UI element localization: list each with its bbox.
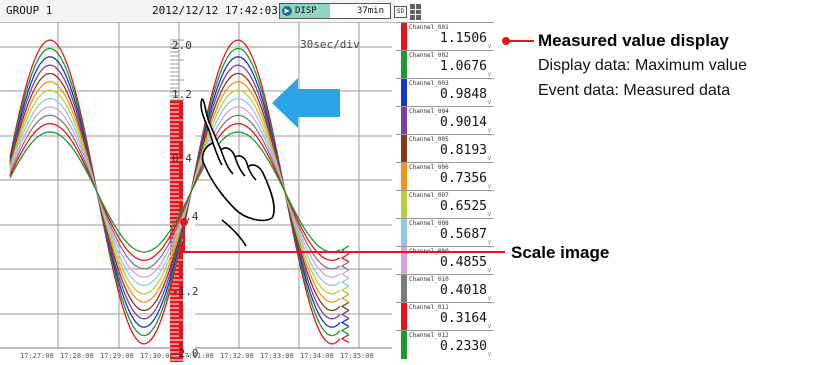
- channel-name: Channel_010: [409, 276, 449, 283]
- pen-marker: [340, 269, 350, 279]
- channel-name: Channel_005: [409, 136, 449, 143]
- pen-marker: [340, 293, 350, 303]
- channel-row[interactable]: Channel_009 0.4855 V: [396, 246, 494, 275]
- channel-row[interactable]: Channel_011 0.3164 V: [396, 302, 494, 331]
- channel-name: Channel_009: [409, 248, 449, 255]
- channel-value: 1.0676: [440, 59, 487, 74]
- channel-name: Channel_006: [409, 164, 449, 171]
- pen-marker: [340, 277, 350, 287]
- channel-color-bar: [401, 275, 407, 303]
- table-icon-cell: [410, 15, 415, 20]
- table-icon-cell: [410, 9, 415, 14]
- channel-color-bar: [401, 135, 407, 163]
- channel-value: 0.8193: [440, 143, 487, 158]
- channel-value: 0.2330: [440, 339, 487, 354]
- channel-value: 0.5687: [440, 227, 487, 242]
- channel-row[interactable]: Channel_005 0.8193 V: [396, 134, 494, 163]
- disp-minutes: 37min: [356, 6, 384, 16]
- channel-row[interactable]: Channel_001 1.1506 V: [396, 22, 494, 51]
- channel-row[interactable]: Channel_010 0.4018 V: [396, 274, 494, 303]
- channel-value: 0.3164: [440, 311, 487, 326]
- channel-row[interactable]: Channel_008 0.5687 V: [396, 218, 494, 247]
- channel-color-bar: [401, 331, 407, 359]
- channel-name: Channel_008: [409, 220, 449, 227]
- time-label: 17:32:00: [220, 352, 254, 360]
- table-icon-cell: [416, 9, 421, 14]
- status-header: GROUP 1 2012/12/12 17:42:03 ▶ DISP 37min: [0, 0, 395, 23]
- channel-value: 1.1506: [440, 31, 487, 46]
- group-name[interactable]: GROUP 1: [6, 4, 52, 17]
- scale-label: 1.2: [172, 88, 192, 101]
- channel-value: 0.7356: [440, 171, 487, 186]
- table-view-icon[interactable]: [410, 4, 422, 20]
- disp-arrow-icon: ▶: [282, 6, 292, 16]
- pen-marker: [340, 285, 350, 295]
- memory-status-indicator: ▶ DISP 37min: [279, 3, 391, 19]
- channel-value: 0.9848: [440, 87, 487, 102]
- channel-row[interactable]: Channel_002 1.0676 V: [396, 50, 494, 79]
- channel-name: Channel_007: [409, 192, 449, 199]
- channel-name: Channel_011: [409, 304, 449, 311]
- time-label: 17:27:00: [20, 352, 54, 360]
- scale-label: -1.2: [172, 285, 199, 298]
- pen-marker: [340, 253, 350, 263]
- channel-color-bar: [401, 107, 407, 135]
- channel-value: 0.6525: [440, 199, 487, 214]
- channel-name: Channel_001: [409, 24, 449, 31]
- channel-name: Channel_012: [409, 332, 449, 339]
- table-icon-cell: [410, 4, 415, 9]
- measured-value-line2: Event data: Measured data: [538, 82, 731, 99]
- datetime: 2012/12/12 17:42:03: [152, 4, 278, 17]
- channel-color-bar: [401, 247, 407, 275]
- time-label: 17:33:00: [260, 352, 294, 360]
- time-per-div-label: 30sec/div: [300, 38, 360, 51]
- channel-value-panel: Channel_001 1.1506 V Channel_002 1.0676 V Chan…: [396, 22, 494, 365]
- channel-row[interactable]: Channel_007 0.6525 V: [396, 190, 494, 219]
- channel-name: Channel_004: [409, 108, 449, 115]
- time-label: 17:28:00: [60, 352, 94, 360]
- channel-color-bar: [401, 163, 407, 191]
- table-icon-cell: [416, 15, 421, 20]
- trend-chart[interactable]: 2.01.20.4-0.4-1.2-2.030sec/div17:27:00 17…: [0, 22, 396, 365]
- pen-marker: [340, 245, 350, 255]
- channel-value: 0.4018: [440, 283, 487, 298]
- scale-bar-background: [183, 100, 195, 362]
- channel-color-bar: [401, 219, 407, 247]
- channel-color-bar: [401, 51, 407, 79]
- channel-color-bar: [401, 303, 407, 331]
- scale-image-title: Scale image: [511, 243, 610, 262]
- time-label: 17:35:00: [340, 352, 374, 360]
- channel-name: Channel_003: [409, 80, 449, 87]
- channel-color-bar: [401, 79, 407, 107]
- channel-row[interactable]: Channel_006 0.7356 V: [396, 162, 494, 191]
- channel-name: Channel_002: [409, 52, 449, 59]
- measured-pointer-dot: [502, 37, 510, 45]
- left-arrow-icon: [272, 78, 340, 128]
- channel-row[interactable]: Channel_004 0.9014 V: [396, 106, 494, 135]
- scale-label: 2.0: [172, 39, 192, 52]
- channel-row[interactable]: Channel_003 0.9848 V: [396, 78, 494, 107]
- pen-marker: [340, 325, 350, 336]
- arrow-shape: [272, 78, 340, 128]
- pen-marker: [340, 301, 350, 311]
- time-label: 17:31:00: [180, 352, 214, 360]
- time-label: 17:34:00: [300, 352, 334, 360]
- channel-unit: V: [487, 352, 491, 358]
- channel-color-bar: [401, 23, 407, 51]
- pen-marker: [340, 334, 350, 344]
- disp-label: DISP: [295, 6, 317, 16]
- channel-row[interactable]: Channel_012 0.2330 V: [396, 330, 494, 359]
- channel-value: 0.4855: [440, 255, 487, 270]
- time-label: 17:30:00: [140, 352, 174, 360]
- time-label: 17:29:00: [100, 352, 134, 360]
- channel-color-bar: [401, 191, 407, 219]
- measured-value-line1: Display data: Maximum value: [538, 57, 747, 74]
- channel-value: 0.9014: [440, 115, 487, 130]
- scale-label: 0.4: [172, 152, 192, 165]
- table-icon-cell: [416, 4, 421, 9]
- pen-marker: [340, 317, 350, 328]
- sd-card-icon: SD: [394, 6, 407, 18]
- measured-value-title: Measured value display: [538, 31, 729, 50]
